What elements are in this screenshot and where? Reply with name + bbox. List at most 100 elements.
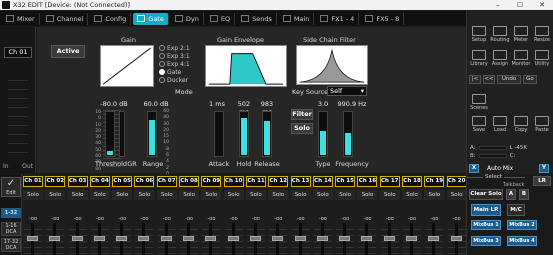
channel-solo-button[interactable]: Solo xyxy=(223,190,244,200)
mixbus-1-button[interactable]: MixBus 1 xyxy=(471,220,501,230)
scene-save-button[interactable]: Save xyxy=(469,115,489,137)
channel-solo-button[interactable]: Solo xyxy=(357,190,378,200)
scene-copy-button[interactable]: Copy xyxy=(511,115,531,137)
scene-load-button[interactable]: Load xyxy=(490,115,510,137)
channel-solo-button[interactable]: Solo xyxy=(290,190,311,200)
channel-solo-button[interactable]: Solo xyxy=(179,190,200,200)
channel-fader-knob[interactable] xyxy=(93,236,105,241)
channel-fader-knob[interactable] xyxy=(183,236,195,241)
channel-select-button[interactable]: Ch 17 xyxy=(379,176,400,187)
channel-fader-knob[interactable] xyxy=(316,236,328,241)
channel-select-button[interactable]: Ch 20 xyxy=(446,176,467,187)
scene-paste-button[interactable]: Paste xyxy=(532,115,552,137)
hold-fader[interactable] xyxy=(239,111,249,157)
channel-fader-knob[interactable] xyxy=(383,236,395,241)
utility-button[interactable]: Utility xyxy=(532,49,552,71)
channel-solo-button[interactable]: Solo xyxy=(23,190,43,200)
channel-solo-button[interactable]: Solo xyxy=(134,190,155,200)
channel-solo-button[interactable]: Solo xyxy=(67,190,88,200)
channel-solo-button[interactable]: Solo xyxy=(379,190,400,200)
maximize-button[interactable]: ☐ xyxy=(509,1,531,9)
channel-solo-button[interactable]: Solo xyxy=(112,190,133,200)
scenes-button[interactable]: Scenes xyxy=(469,93,489,115)
clear-solo-button[interactable]: Clear Solo xyxy=(469,189,503,200)
resize-button[interactable]: Resize xyxy=(532,25,552,47)
active-button[interactable]: Active xyxy=(51,45,85,58)
range-fader[interactable] xyxy=(147,111,157,157)
frequency-fader[interactable] xyxy=(343,111,353,157)
channel-solo-button[interactable]: Solo xyxy=(424,190,445,200)
in-label[interactable]: In xyxy=(3,163,9,170)
channel-select-button[interactable]: Ch 04 xyxy=(89,176,110,187)
channel-select-button[interactable]: Ch 02 xyxy=(45,176,66,187)
channel-select-button[interactable]: Ch 14 xyxy=(312,176,333,187)
mode-option[interactable]: Ducker xyxy=(159,76,190,84)
channel-select-button[interactable]: Ch 10 xyxy=(223,176,244,187)
channel-fader-knob[interactable] xyxy=(361,236,373,241)
mixbus-2-button[interactable]: MixBus 2 xyxy=(507,220,537,230)
channel-fader-knob[interactable] xyxy=(339,236,351,241)
monitor-button[interactable]: Monitor xyxy=(511,49,531,71)
channel-fader-knob[interactable] xyxy=(27,236,38,241)
tab-eq[interactable]: EQ xyxy=(206,12,236,25)
minimize-button[interactable]: – xyxy=(487,1,509,9)
channel-select-button[interactable]: Ch 07 xyxy=(156,176,177,187)
tab-channel[interactable]: Channel xyxy=(42,12,89,25)
channel-select-button[interactable]: Ch 19 xyxy=(424,176,445,187)
type-fader[interactable] xyxy=(318,111,328,157)
channel-solo-button[interactable]: Solo xyxy=(156,190,177,200)
channel-select-button[interactable]: Ch 11 xyxy=(245,176,266,187)
mode-option[interactable]: Exp 4:1 xyxy=(159,60,190,68)
release-fader[interactable] xyxy=(262,111,272,157)
close-button[interactable]: ✕ xyxy=(531,1,553,9)
talkback-b-button[interactable]: B xyxy=(519,189,529,200)
mode-option[interactable]: Gate xyxy=(159,68,190,76)
channel-solo-button[interactable]: Solo xyxy=(89,190,110,200)
channel-solo-button[interactable]: Solo xyxy=(245,190,266,200)
setup-button[interactable]: Setup xyxy=(469,25,489,47)
channel-select-button[interactable]: Ch 08 xyxy=(179,176,200,187)
channel-select-button[interactable]: Ch 18 xyxy=(402,176,423,187)
channel-fader-knob[interactable] xyxy=(71,236,83,241)
automix-label[interactable]: Auto Mix xyxy=(487,165,513,172)
channel-solo-button[interactable]: Solo xyxy=(402,190,423,200)
channel-select-button[interactable]: Ch 06 xyxy=(134,176,155,187)
bank-17-32-dca-button[interactable]: 17-32 DCA xyxy=(1,238,21,252)
channel-fader-knob[interactable] xyxy=(294,236,306,241)
meter-button[interactable]: Meter xyxy=(511,25,531,47)
mixbus-3-button[interactable]: MixBus 3 xyxy=(471,236,501,246)
channel-fader-knob[interactable] xyxy=(450,236,462,241)
x-button[interactable]: X xyxy=(469,164,479,173)
channel-fader-knob[interactable] xyxy=(138,236,150,241)
channel-fader-knob[interactable] xyxy=(160,236,172,241)
filter-button[interactable]: Filter xyxy=(291,109,313,120)
channel-solo-button[interactable]: Solo xyxy=(446,190,467,200)
lr-button[interactable]: LR xyxy=(533,176,551,186)
tab-dyn[interactable]: Dyn xyxy=(171,12,204,25)
y-button[interactable]: Y xyxy=(539,164,549,173)
edit-button[interactable]: ✓ Edit xyxy=(1,177,21,197)
undo-row-button[interactable]: Undo xyxy=(497,75,521,84)
channel-solo-button[interactable]: Solo xyxy=(312,190,333,200)
tab-config[interactable]: Config xyxy=(90,12,132,25)
talkback-a-button[interactable]: A xyxy=(506,189,516,200)
assign-button[interactable]: Assign xyxy=(490,49,510,71)
tab-fx5-8[interactable]: FX5 - 8 xyxy=(361,12,405,25)
bank-1-16-dca-button[interactable]: 1-16 DCA xyxy=(1,222,21,236)
routing-button[interactable]: Routing xyxy=(490,25,510,47)
channel-fader-knob[interactable] xyxy=(227,236,239,241)
channel-solo-button[interactable]: Solo xyxy=(201,190,222,200)
channel-solo-button[interactable]: Solo xyxy=(45,190,66,200)
threshold-fader[interactable] xyxy=(105,111,115,157)
channel-solo-button[interactable]: Solo xyxy=(268,190,289,200)
library-button[interactable]: Library xyxy=(469,49,489,71)
tab-gate[interactable]: Gate xyxy=(133,12,169,25)
channel-select-button[interactable]: Ch 12 xyxy=(268,176,289,187)
key-source-select[interactable]: Self ▾ xyxy=(327,86,367,96)
undo-row-button[interactable]: << xyxy=(483,75,495,84)
tab-main[interactable]: Main xyxy=(279,12,315,25)
solo-button[interactable]: Solo xyxy=(291,123,313,134)
bank-1-32-button[interactable]: 1-32 xyxy=(1,208,21,218)
channel-select-button[interactable]: Ch 05 xyxy=(112,176,133,187)
tab-sends[interactable]: Sends xyxy=(237,12,277,25)
